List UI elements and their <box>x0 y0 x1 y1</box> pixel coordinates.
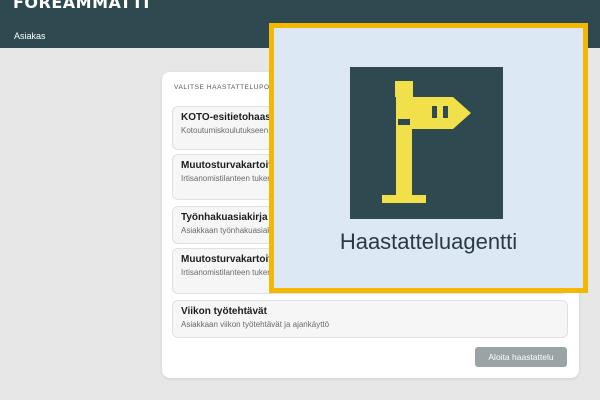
option-title: Viikon työtehtävät <box>181 306 267 317</box>
nav-item-asiakas[interactable]: Asiakas <box>14 31 46 41</box>
agent-title: Haastatteluagentti <box>339 229 518 254</box>
agent-splash-overlay: Haastatteluagentti <box>269 23 588 293</box>
start-interview-button[interactable]: Aloita haastattelu <box>475 347 567 367</box>
option-description: Asiakkaan viikon työtehtävät ja ajankäyt… <box>181 320 330 329</box>
agent-logo <box>350 67 503 219</box>
signpost-icon <box>382 81 471 203</box>
brand-logo: FOREAMMATTI <box>13 0 150 12</box>
template-option-viikon-tyotehtavat[interactable]: Viikon työtehtävät Asiakkaan viikon työt… <box>172 300 568 338</box>
